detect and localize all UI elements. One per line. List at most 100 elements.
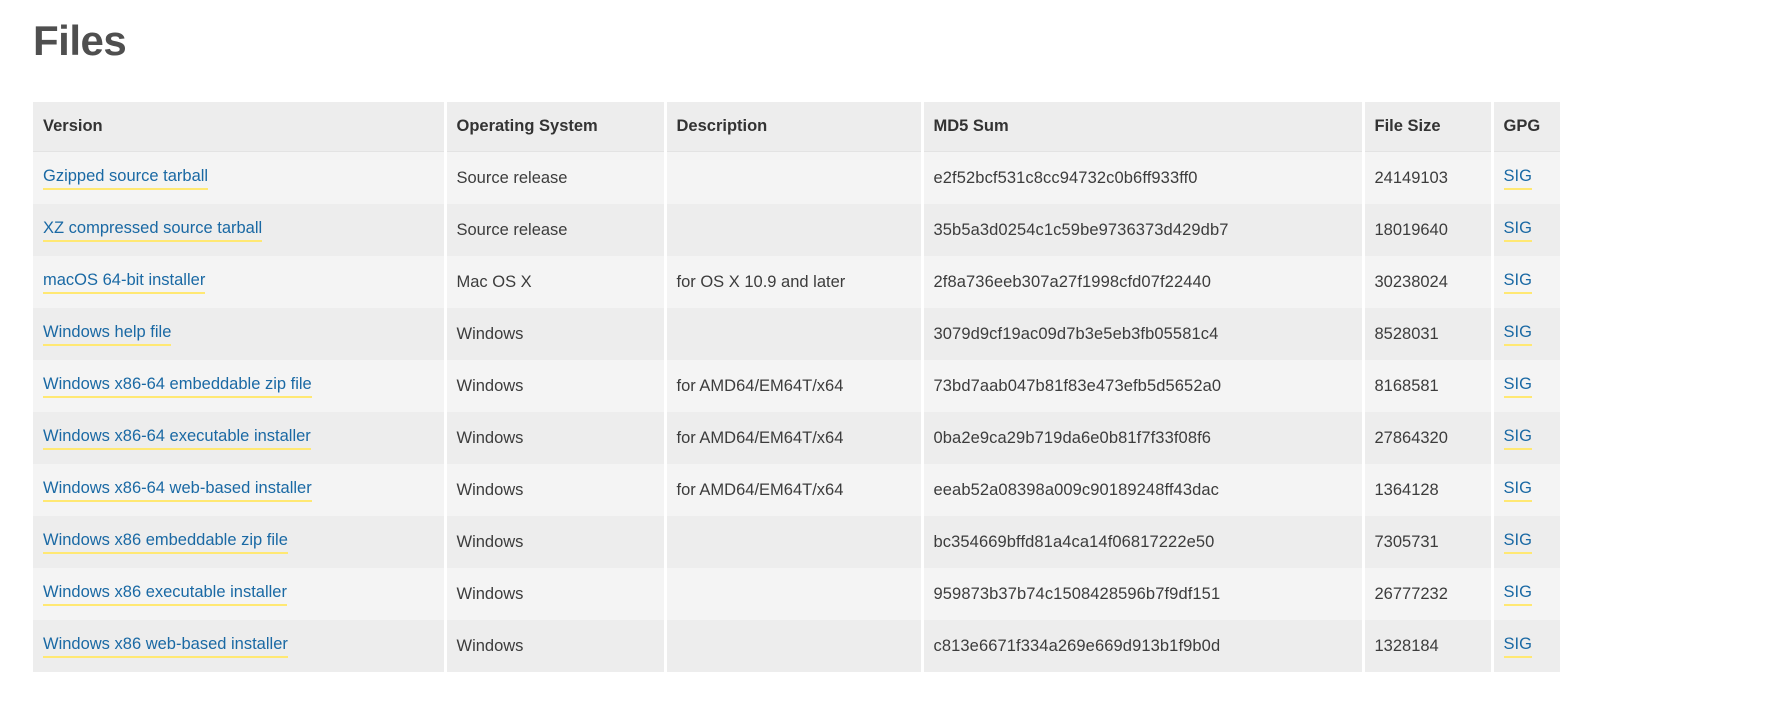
cell-file-size: 1328184 bbox=[1363, 620, 1492, 672]
cell-gpg: SIG bbox=[1492, 256, 1560, 308]
cell-file-size: 30238024 bbox=[1363, 256, 1492, 308]
cell-gpg: SIG bbox=[1492, 360, 1560, 412]
table-row: Windows x86-64 web-based installer Windo… bbox=[33, 464, 1560, 516]
cell-gpg: SIG bbox=[1492, 464, 1560, 516]
cell-version: Windows x86 web-based installer bbox=[33, 620, 445, 672]
version-link[interactable]: Windows x86-64 web-based installer bbox=[43, 479, 312, 502]
gpg-sig-link[interactable]: SIG bbox=[1504, 219, 1532, 242]
cell-description bbox=[665, 204, 922, 256]
cell-gpg: SIG bbox=[1492, 204, 1560, 256]
cell-version: macOS 64-bit installer bbox=[33, 256, 445, 308]
cell-operating-system: Windows bbox=[445, 568, 665, 620]
gpg-sig-link[interactable]: SIG bbox=[1504, 427, 1532, 450]
table-body: Gzipped source tarball Source release e2… bbox=[33, 152, 1560, 672]
cell-operating-system: Windows bbox=[445, 412, 665, 464]
cell-description bbox=[665, 152, 922, 204]
cell-md5-sum: 0ba2e9ca29b719da6e0b81f7f33f08f6 bbox=[922, 412, 1363, 464]
files-table-wrapper: Version Operating System Description MD5… bbox=[33, 102, 1560, 672]
version-link[interactable]: Windows x86-64 executable installer bbox=[43, 427, 311, 450]
cell-operating-system: Source release bbox=[445, 152, 665, 204]
cell-md5-sum: 3079d9cf19ac09d7b3e5eb3fb05581c4 bbox=[922, 308, 1363, 360]
cell-md5-sum: 35b5a3d0254c1c59be9736373d429db7 bbox=[922, 204, 1363, 256]
cell-file-size: 27864320 bbox=[1363, 412, 1492, 464]
cell-version: Windows x86 executable installer bbox=[33, 568, 445, 620]
cell-md5-sum: bc354669bffd81a4ca14f06817222e50 bbox=[922, 516, 1363, 568]
cell-version: Windows help file bbox=[33, 308, 445, 360]
table-row: XZ compressed source tarball Source rele… bbox=[33, 204, 1560, 256]
cell-file-size: 7305731 bbox=[1363, 516, 1492, 568]
column-header-gpg: GPG bbox=[1492, 102, 1560, 152]
cell-file-size: 26777232 bbox=[1363, 568, 1492, 620]
table-row: Windows x86-64 embeddable zip file Windo… bbox=[33, 360, 1560, 412]
version-link[interactable]: Windows x86 embeddable zip file bbox=[43, 531, 288, 554]
column-header-file-size: File Size bbox=[1363, 102, 1492, 152]
cell-md5-sum: 2f8a736eeb307a27f1998cfd07f22440 bbox=[922, 256, 1363, 308]
table-row: Gzipped source tarball Source release e2… bbox=[33, 152, 1560, 204]
gpg-sig-link[interactable]: SIG bbox=[1504, 635, 1532, 658]
cell-file-size: 18019640 bbox=[1363, 204, 1492, 256]
cell-operating-system: Source release bbox=[445, 204, 665, 256]
version-link[interactable]: macOS 64-bit installer bbox=[43, 271, 205, 294]
gpg-sig-link[interactable]: SIG bbox=[1504, 167, 1532, 190]
page-title: Files bbox=[33, 18, 1768, 64]
gpg-sig-link[interactable]: SIG bbox=[1504, 375, 1532, 398]
cell-operating-system: Windows bbox=[445, 360, 665, 412]
table-row: Windows help file Windows 3079d9cf19ac09… bbox=[33, 308, 1560, 360]
cell-description bbox=[665, 568, 922, 620]
table-row: Windows x86 executable installer Windows… bbox=[33, 568, 1560, 620]
version-link[interactable]: Windows x86 executable installer bbox=[43, 583, 287, 606]
column-header-operating-system: Operating System bbox=[445, 102, 665, 152]
gpg-sig-link[interactable]: SIG bbox=[1504, 479, 1532, 502]
version-link[interactable]: Windows x86 web-based installer bbox=[43, 635, 288, 658]
gpg-sig-link[interactable]: SIG bbox=[1504, 583, 1532, 606]
cell-gpg: SIG bbox=[1492, 516, 1560, 568]
table-row: Windows x86 embeddable zip file Windows … bbox=[33, 516, 1560, 568]
cell-file-size: 1364128 bbox=[1363, 464, 1492, 516]
version-link[interactable]: XZ compressed source tarball bbox=[43, 219, 262, 242]
table-header-row: Version Operating System Description MD5… bbox=[33, 102, 1560, 152]
cell-description: for AMD64/EM64T/x64 bbox=[665, 412, 922, 464]
cell-description bbox=[665, 620, 922, 672]
cell-operating-system: Windows bbox=[445, 308, 665, 360]
table-row: Windows x86-64 executable installer Wind… bbox=[33, 412, 1560, 464]
cell-file-size: 8168581 bbox=[1363, 360, 1492, 412]
gpg-sig-link[interactable]: SIG bbox=[1504, 271, 1532, 294]
cell-gpg: SIG bbox=[1492, 568, 1560, 620]
cell-md5-sum: c813e6671f334a269e669d913b1f9b0d bbox=[922, 620, 1363, 672]
cell-description: for AMD64/EM64T/x64 bbox=[665, 464, 922, 516]
cell-file-size: 24149103 bbox=[1363, 152, 1492, 204]
table-row: macOS 64-bit installer Mac OS X for OS X… bbox=[33, 256, 1560, 308]
cell-description: for OS X 10.9 and later bbox=[665, 256, 922, 308]
cell-gpg: SIG bbox=[1492, 308, 1560, 360]
version-link[interactable]: Gzipped source tarball bbox=[43, 167, 208, 190]
gpg-sig-link[interactable]: SIG bbox=[1504, 531, 1532, 554]
gpg-sig-link[interactable]: SIG bbox=[1504, 323, 1532, 346]
column-header-description: Description bbox=[665, 102, 922, 152]
cell-version: Windows x86 embeddable zip file bbox=[33, 516, 445, 568]
cell-version: Windows x86-64 web-based installer bbox=[33, 464, 445, 516]
column-header-version: Version bbox=[33, 102, 445, 152]
cell-version: Windows x86-64 embeddable zip file bbox=[33, 360, 445, 412]
table-header: Version Operating System Description MD5… bbox=[33, 102, 1560, 152]
cell-gpg: SIG bbox=[1492, 152, 1560, 204]
cell-md5-sum: 959873b37b74c1508428596b7f9df151 bbox=[922, 568, 1363, 620]
cell-gpg: SIG bbox=[1492, 412, 1560, 464]
cell-operating-system: Windows bbox=[445, 464, 665, 516]
cell-operating-system: Mac OS X bbox=[445, 256, 665, 308]
table-row: Windows x86 web-based installer Windows … bbox=[33, 620, 1560, 672]
column-header-md5-sum: MD5 Sum bbox=[922, 102, 1363, 152]
version-link[interactable]: Windows x86-64 embeddable zip file bbox=[43, 375, 312, 398]
cell-description bbox=[665, 308, 922, 360]
cell-md5-sum: e2f52bcf531c8cc94732c0b6ff933ff0 bbox=[922, 152, 1363, 204]
cell-file-size: 8528031 bbox=[1363, 308, 1492, 360]
cell-md5-sum: 73bd7aab047b81f83e473efb5d5652a0 bbox=[922, 360, 1363, 412]
cell-description bbox=[665, 516, 922, 568]
cell-version: Gzipped source tarball bbox=[33, 152, 445, 204]
version-link[interactable]: Windows help file bbox=[43, 323, 171, 346]
cell-gpg: SIG bbox=[1492, 620, 1560, 672]
cell-operating-system: Windows bbox=[445, 620, 665, 672]
cell-version: XZ compressed source tarball bbox=[33, 204, 445, 256]
files-page: Files Version Operating System Descripti… bbox=[0, 0, 1768, 672]
cell-version: Windows x86-64 executable installer bbox=[33, 412, 445, 464]
cell-md5-sum: eeab52a08398a009c90189248ff43dac bbox=[922, 464, 1363, 516]
